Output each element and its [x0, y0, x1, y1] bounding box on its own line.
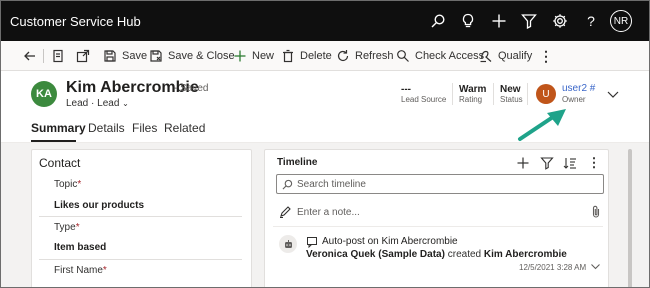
timeline-title: Timeline — [277, 157, 318, 168]
search-icon — [282, 179, 293, 190]
record-subtitle: Lead · Lead ⌄ — [66, 98, 129, 109]
paperclip-icon[interactable] — [590, 205, 602, 218]
status-value: New — [500, 84, 521, 95]
timeline-search-box[interactable] — [276, 174, 604, 194]
enter-note-input[interactable]: Enter a note... — [297, 207, 360, 218]
sort-icon[interactable] — [563, 156, 577, 170]
refresh-icon — [337, 50, 349, 62]
user-avatar[interactable]: NR — [610, 10, 632, 32]
annotation-arrow-icon — [518, 109, 566, 141]
entity-name: Lead — [66, 98, 89, 109]
pencil-icon — [280, 206, 291, 218]
more-commands-button[interactable]: ⋮ — [539, 41, 553, 71]
delete-button[interactable]: Delete — [281, 41, 332, 71]
qualify-icon — [480, 50, 492, 63]
command-bar: Save Save & Close New Delete Refresh Che… — [1, 41, 649, 71]
filter-icon[interactable] — [519, 11, 539, 31]
type-value[interactable]: Item based — [54, 242, 106, 253]
window-frame: Customer Service Hub ? NR Save Save & Cl… — [0, 0, 650, 288]
topic-label: Topic* — [54, 179, 82, 190]
new-button[interactable]: New — [233, 41, 274, 71]
tab-details[interactable]: Details — [88, 121, 125, 135]
timeline-search-input[interactable] — [297, 177, 597, 191]
document-icon — [53, 49, 63, 63]
chevron-down-icon[interactable] — [590, 261, 601, 272]
popout-icon — [76, 49, 90, 63]
bot-icon — [284, 239, 292, 248]
form-selector[interactable]: Lead ⌄ — [97, 98, 129, 109]
lead-source-value: --- — [401, 84, 411, 95]
tab-files[interactable]: Files — [132, 121, 157, 135]
top-navigation-bar: Customer Service Hub ? NR — [1, 1, 649, 41]
tab-summary[interactable]: Summary — [31, 121, 86, 135]
divider — [39, 216, 242, 217]
post-type-icon — [307, 237, 317, 248]
post-title[interactable]: Auto-post on Kim Abercrombie — [322, 236, 458, 247]
app-title[interactable]: Customer Service Hub — [10, 14, 141, 29]
divider — [39, 259, 242, 260]
key-search-icon — [397, 50, 409, 62]
divider — [43, 49, 44, 63]
trash-icon — [283, 49, 293, 63]
record-avatar: KA — [31, 81, 57, 107]
save-icon — [104, 50, 116, 62]
type-label: Type* — [54, 222, 80, 233]
contact-section-title: Contact — [39, 156, 81, 170]
plus-icon[interactable] — [489, 11, 509, 31]
header-expand-chevron-icon[interactable] — [606, 87, 620, 101]
post-timestamp: 12/5/2021 3:28 AM — [519, 263, 587, 272]
help-icon[interactable]: ? — [581, 11, 601, 31]
lightbulb-icon[interactable] — [458, 11, 478, 31]
chevron-down-icon: ⌄ — [122, 99, 129, 108]
tab-related[interactable]: Related — [164, 121, 205, 135]
post-body: Veronica Quek (Sample Data) created Kim … — [306, 249, 567, 260]
gear-icon[interactable] — [550, 11, 570, 31]
more-options-icon[interactable]: ⋮ — [587, 156, 601, 170]
refresh-button[interactable]: Refresh — [336, 41, 394, 71]
open-new-window-button[interactable] — [76, 41, 90, 71]
plus-icon — [234, 50, 246, 62]
divider — [493, 83, 494, 105]
first-name-label: First Name* — [54, 265, 107, 276]
active-tab-indicator — [31, 140, 76, 142]
back-button[interactable] — [23, 41, 37, 71]
record-saved-status: - Saved — [174, 83, 209, 94]
save-and-close-button[interactable]: Save & Close — [149, 41, 235, 71]
save-close-icon — [150, 50, 162, 62]
rating-label: Rating — [459, 95, 483, 104]
divider — [527, 83, 528, 105]
filter-icon[interactable] — [540, 156, 554, 170]
post-author-avatar — [279, 235, 297, 253]
owner-label: Owner — [562, 95, 586, 104]
owner-link[interactable]: user2 # — [562, 83, 595, 94]
save-button[interactable]: Save — [103, 41, 147, 71]
record-set-button[interactable] — [51, 41, 65, 71]
divider — [452, 83, 453, 105]
rating-value: Warm — [459, 84, 487, 95]
divider — [273, 226, 603, 227]
page-scrollbar-thumb[interactable] — [628, 149, 632, 287]
back-arrow-icon — [24, 51, 35, 61]
check-access-button[interactable]: Check Access — [396, 41, 484, 71]
owner-avatar: U — [536, 84, 556, 104]
topic-value[interactable]: Likes our products — [54, 200, 144, 211]
qualify-button[interactable]: Qualify — [479, 41, 532, 71]
lead-source-label: Lead Source — [401, 95, 447, 104]
status-label: Status — [500, 95, 523, 104]
search-icon[interactable] — [428, 11, 448, 31]
plus-icon[interactable] — [516, 156, 530, 170]
